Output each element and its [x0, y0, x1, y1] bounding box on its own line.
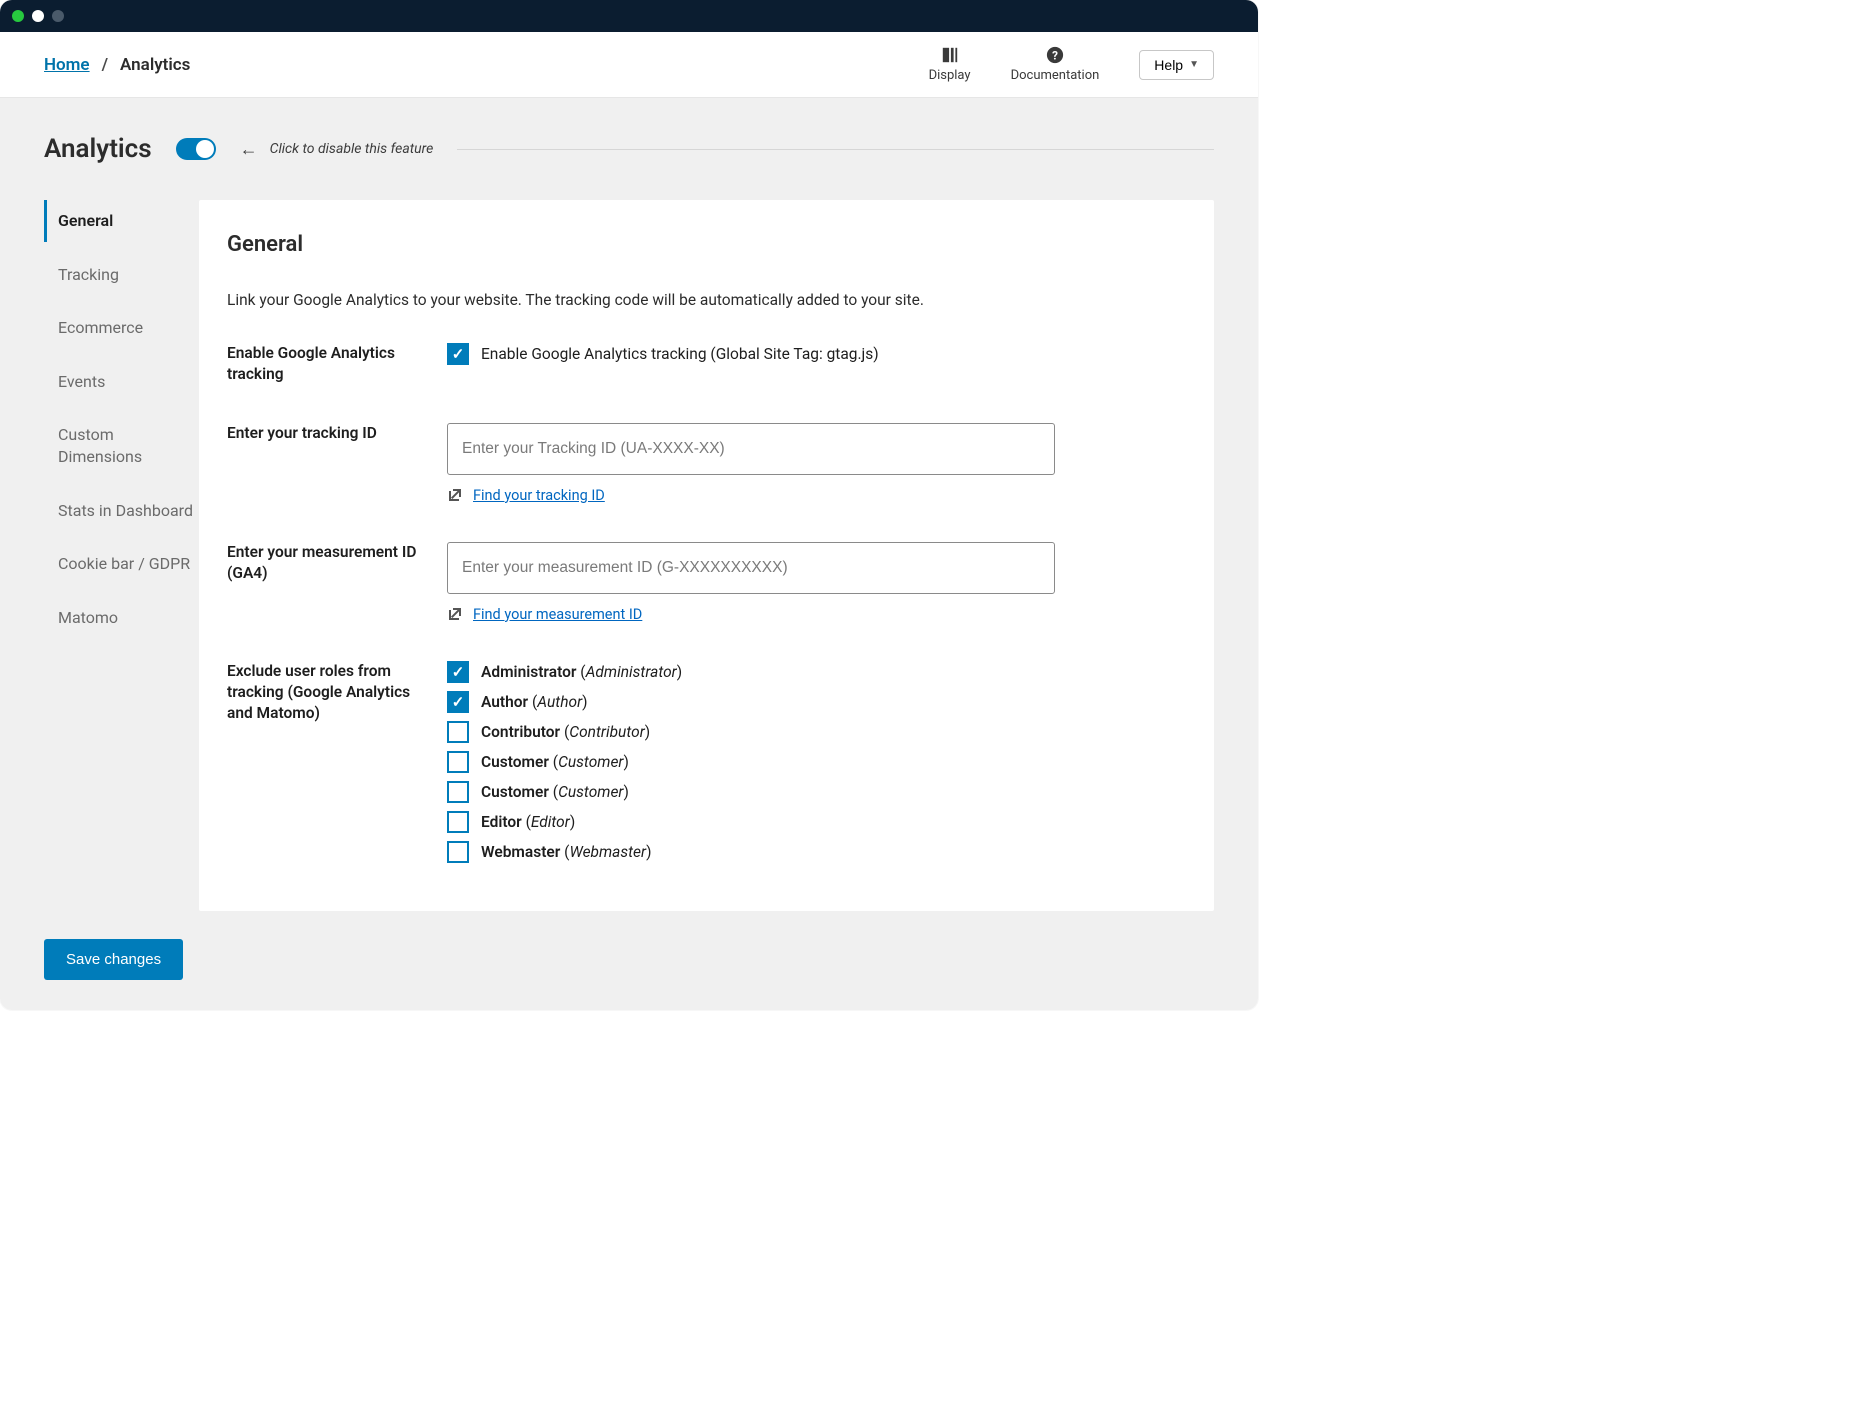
checkbox-role-contributor[interactable] [447, 721, 469, 743]
traffic-light-close[interactable] [12, 10, 24, 22]
page-title: Analytics [44, 134, 152, 164]
role-label: Author (Author) [481, 693, 588, 711]
settings-tabs: General Tracking Ecommerce Events Custom Dim… [44, 200, 199, 650]
tab-tracking[interactable]: Tracking [44, 254, 199, 296]
role-label: Administrator (Administrator) [481, 663, 682, 681]
tab-events[interactable]: Events [44, 361, 199, 403]
row-tracking-id: Enter your tracking ID Find your trackin… [227, 423, 1174, 504]
svg-text:?: ? [1052, 49, 1058, 63]
columns-icon [941, 46, 959, 64]
display-label: Display [929, 68, 971, 83]
page-header: Analytics ← Click to disable this featur… [44, 134, 1214, 164]
panel-heading: General [227, 232, 1174, 257]
label-tracking-id: Enter your tracking ID [227, 423, 447, 444]
divider-line [457, 149, 1214, 150]
tab-stats-in-dashboard[interactable]: Stats in Dashboard [44, 490, 199, 532]
checkbox-role-customer[interactable] [447, 781, 469, 803]
tab-ecommerce[interactable]: Ecommerce [44, 307, 199, 349]
row-enable-ga: Enable Google Analytics tracking Enable … [227, 343, 1174, 385]
tab-cookie-bar-gdpr[interactable]: Cookie bar / GDPR [44, 543, 199, 585]
breadcrumb: Home / Analytics [44, 55, 190, 75]
external-link-icon [447, 487, 463, 503]
documentation-label: Documentation [1011, 68, 1100, 83]
label-exclude-roles: Exclude user roles from tracking (Google… [227, 661, 447, 724]
external-link-icon [447, 606, 463, 622]
tab-general[interactable]: General [44, 200, 199, 242]
role-label: Customer (Customer) [481, 753, 629, 771]
window-titlebar [0, 0, 1258, 32]
role-row: Author (Author) [447, 691, 1174, 713]
traffic-light-zoom[interactable] [52, 10, 64, 22]
help-circle-icon: ? [1046, 46, 1064, 64]
breadcrumb-home-link[interactable]: Home [44, 55, 90, 75]
arrow-left-icon: ← [240, 139, 258, 160]
input-tracking-id[interactable] [447, 423, 1055, 475]
checkbox-role-editor[interactable] [447, 811, 469, 833]
role-label: Editor (Editor) [481, 813, 575, 831]
tab-custom-dimensions[interactable]: Custom Dimensions [44, 414, 199, 477]
breadcrumb-separator: / [102, 55, 108, 75]
link-find-tracking-id[interactable]: Find your tracking ID [473, 487, 605, 504]
label-measurement-id: Enter your measurement ID (GA4) [227, 542, 447, 584]
checkbox-role-author[interactable] [447, 691, 469, 713]
top-bar: Home / Analytics Display ? Documentation… [0, 32, 1258, 98]
role-label: Webmaster (Webmaster) [481, 843, 652, 861]
chevron-down-icon: ▼ [1189, 59, 1199, 70]
feature-toggle[interactable] [176, 138, 216, 160]
checkbox-role-customer[interactable] [447, 751, 469, 773]
traffic-light-minimize[interactable] [32, 10, 44, 22]
role-row: Customer (Customer) [447, 781, 1174, 803]
role-row: Webmaster (Webmaster) [447, 841, 1174, 863]
checkbox-enable-ga[interactable] [447, 343, 469, 365]
help-label: Help [1154, 57, 1183, 73]
save-changes-button[interactable]: Save changes [44, 939, 183, 980]
role-row: Contributor (Contributor) [447, 721, 1174, 743]
toggle-hint-text: Click to disable this feature [270, 141, 434, 157]
settings-panel: General Link your Google Analytics to yo… [199, 200, 1214, 911]
role-row: Editor (Editor) [447, 811, 1174, 833]
role-label: Customer (Customer) [481, 783, 629, 801]
panel-description: Link your Google Analytics to your websi… [227, 291, 1174, 309]
label-enable-ga: Enable Google Analytics tracking [227, 343, 447, 385]
role-row: Administrator (Administrator) [447, 661, 1174, 683]
toggle-knob [196, 140, 214, 158]
link-find-measurement-id[interactable]: Find your measurement ID [473, 606, 642, 623]
checkbox-role-administrator[interactable] [447, 661, 469, 683]
checkbox-enable-ga-label: Enable Google Analytics tracking (Global… [481, 345, 879, 363]
row-measurement-id: Enter your measurement ID (GA4) Find you… [227, 542, 1174, 623]
role-label: Contributor (Contributor) [481, 723, 650, 741]
tab-matomo[interactable]: Matomo [44, 597, 199, 639]
documentation-button[interactable]: ? Documentation [1011, 46, 1100, 83]
input-measurement-id[interactable] [447, 542, 1055, 594]
display-button[interactable]: Display [929, 46, 971, 83]
checkbox-role-webmaster[interactable] [447, 841, 469, 863]
role-row: Customer (Customer) [447, 751, 1174, 773]
help-dropdown-button[interactable]: Help ▼ [1139, 50, 1214, 80]
breadcrumb-current: Analytics [120, 55, 190, 75]
row-exclude-roles: Exclude user roles from tracking (Google… [227, 661, 1174, 871]
